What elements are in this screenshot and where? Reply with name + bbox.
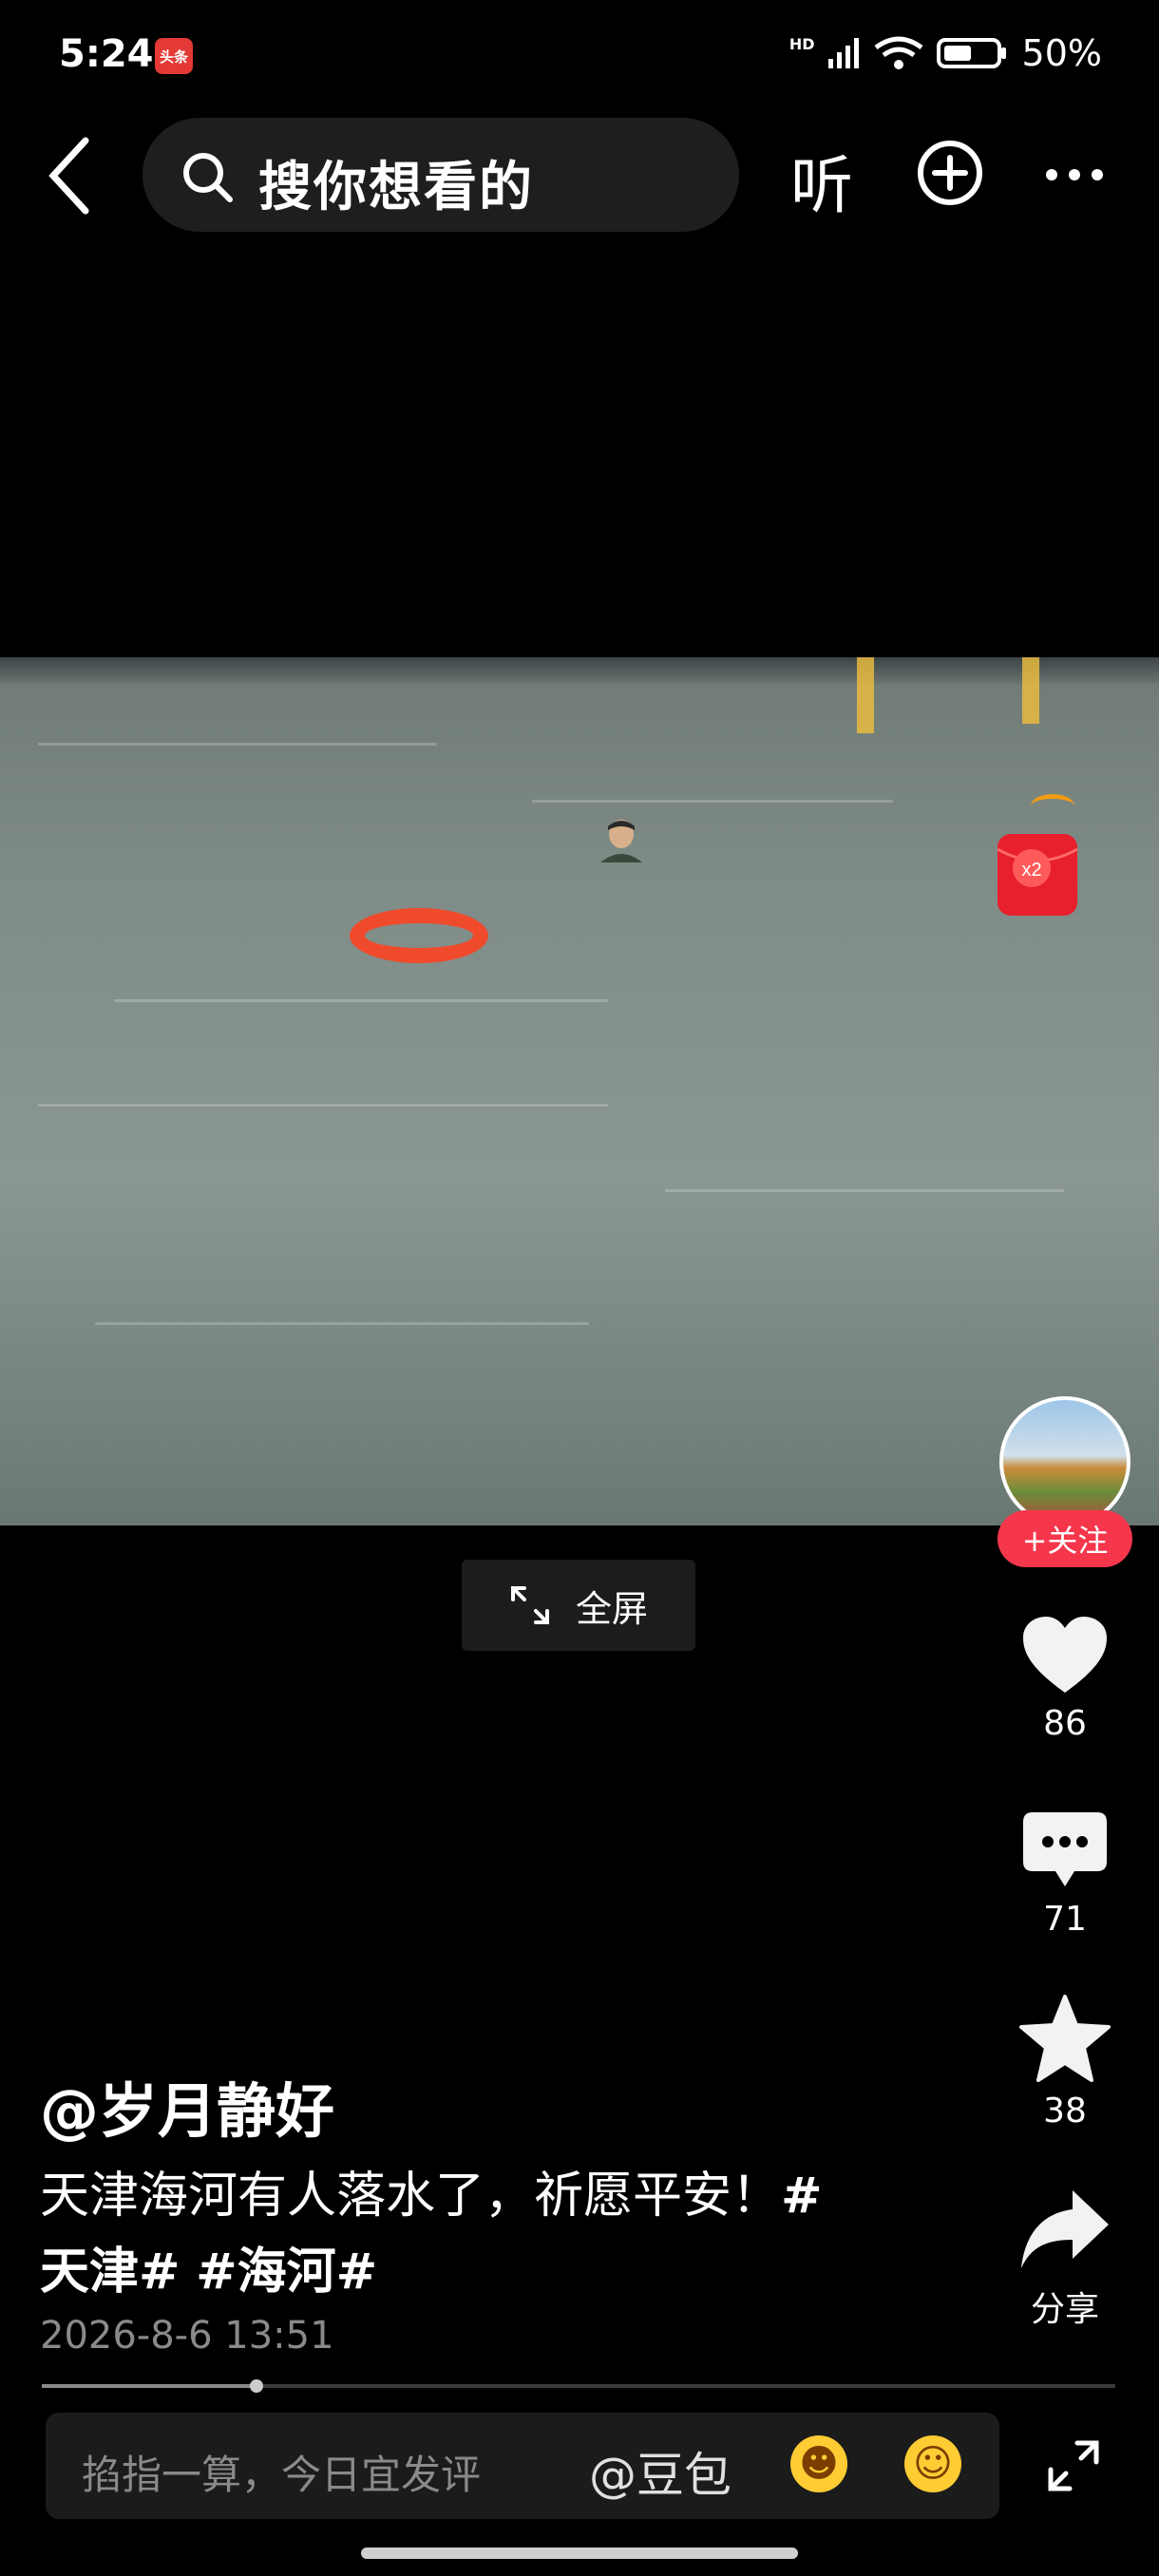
fullscreen-label: 全屏 — [575, 1587, 648, 1630]
author-name[interactable]: @岁月静好 — [40, 2063, 334, 2149]
water-ripple — [665, 1189, 1064, 1192]
grin-emoji-icon[interactable]: ☺ — [904, 2435, 961, 2492]
favorite-count: 38 — [1043, 2092, 1087, 2131]
red-packet-multiplier: x2 — [1021, 860, 1041, 881]
home-indicator[interactable] — [361, 2548, 798, 2559]
more-dots-icon — [1046, 169, 1103, 180]
comment-placeholder: 掐指一算，今日宜发评 — [82, 2452, 482, 2498]
author-avatar[interactable] — [999, 1396, 1130, 1527]
riverbank — [0, 657, 1159, 684]
status-icons: HD 50% — [789, 32, 1102, 74]
listen-button[interactable]: 听 — [790, 135, 853, 226]
water-ripple — [95, 1322, 589, 1325]
star-icon — [1019, 1995, 1111, 2082]
search-placeholder: 搜你想看的 — [258, 157, 534, 218]
water-ripple — [38, 1104, 608, 1107]
red-packet-button[interactable]: x2 — [992, 824, 1083, 919]
app-badge-icon: 头条 — [155, 38, 193, 74]
post-description: 天津海河有人落水了，祈愿平安！# 天津# #海河# — [40, 2158, 923, 2310]
network-label: HD — [788, 34, 815, 53]
water-ripple — [114, 999, 608, 1002]
hashtag-tianjin[interactable]: 天津# — [40, 2244, 180, 2301]
laugh-cry-emoji-icon[interactable]: ☻ — [790, 2435, 847, 2492]
share-button[interactable]: 分享 — [989, 2187, 1141, 2331]
chevron-left-icon — [48, 137, 89, 215]
post-text: 天津海河有人落水了，祈愿平安！ — [40, 2168, 782, 2225]
search-icon — [183, 153, 233, 202]
heart-icon — [1023, 1617, 1107, 1693]
timer-arc — [1031, 794, 1074, 818]
follow-button[interactable]: +关注 — [998, 1510, 1132, 1567]
hashtag-tianjin-start[interactable]: # — [781, 2168, 823, 2225]
expand-icon — [1048, 2440, 1099, 2491]
progress-fill — [42, 2384, 256, 2388]
swimmer — [600, 820, 642, 862]
reflection-light — [857, 657, 874, 733]
like-count: 86 — [1043, 1704, 1087, 1743]
fullscreen-button[interactable]: 全屏 — [462, 1560, 695, 1651]
expand-button[interactable] — [1045, 2437, 1102, 2498]
water-ripple — [38, 743, 437, 746]
status-time: 5:24 — [59, 32, 154, 76]
progress-handle[interactable] — [250, 2379, 263, 2393]
wifi-icon — [874, 36, 923, 69]
post-date: 2026-8-6 13:51 — [40, 2314, 334, 2358]
expand-diagonal-icon — [510, 1586, 549, 1624]
like-button[interactable]: 86 — [989, 1615, 1141, 1743]
hashtag-haihe[interactable]: #海河# — [196, 2244, 377, 2301]
red-packet-icon: x2 — [997, 834, 1078, 916]
life-buoy — [350, 908, 488, 963]
video-player[interactable] — [0, 657, 1159, 1525]
battery-percent: 50% — [1021, 32, 1102, 74]
favorite-button[interactable]: 38 — [989, 1995, 1141, 2131]
comment-button[interactable]: 71 — [989, 1810, 1141, 1939]
more-button[interactable] — [1045, 167, 1104, 185]
signal-icon — [827, 38, 859, 68]
share-label: 分享 — [1030, 2290, 1099, 2329]
reflection-light — [1022, 657, 1039, 724]
comment-count: 71 — [1043, 1900, 1087, 1939]
search-bar[interactable]: 搜你想看的 — [142, 118, 739, 232]
comment-bubble-icon — [1023, 1812, 1107, 1886]
plus-circle-icon — [918, 141, 982, 205]
comment-input[interactable]: 掐指一算，今日宜发评 @豆包 ☻ ☺ — [46, 2413, 999, 2519]
add-button[interactable] — [916, 139, 984, 211]
mention-doubao-button[interactable]: @豆包 — [589, 2437, 732, 2506]
back-button[interactable] — [42, 133, 99, 218]
video-progress-bar[interactable] — [42, 2379, 1115, 2393]
share-arrow-icon — [1021, 2190, 1109, 2268]
battery-icon — [936, 38, 1006, 68]
water-ripple — [532, 800, 893, 803]
